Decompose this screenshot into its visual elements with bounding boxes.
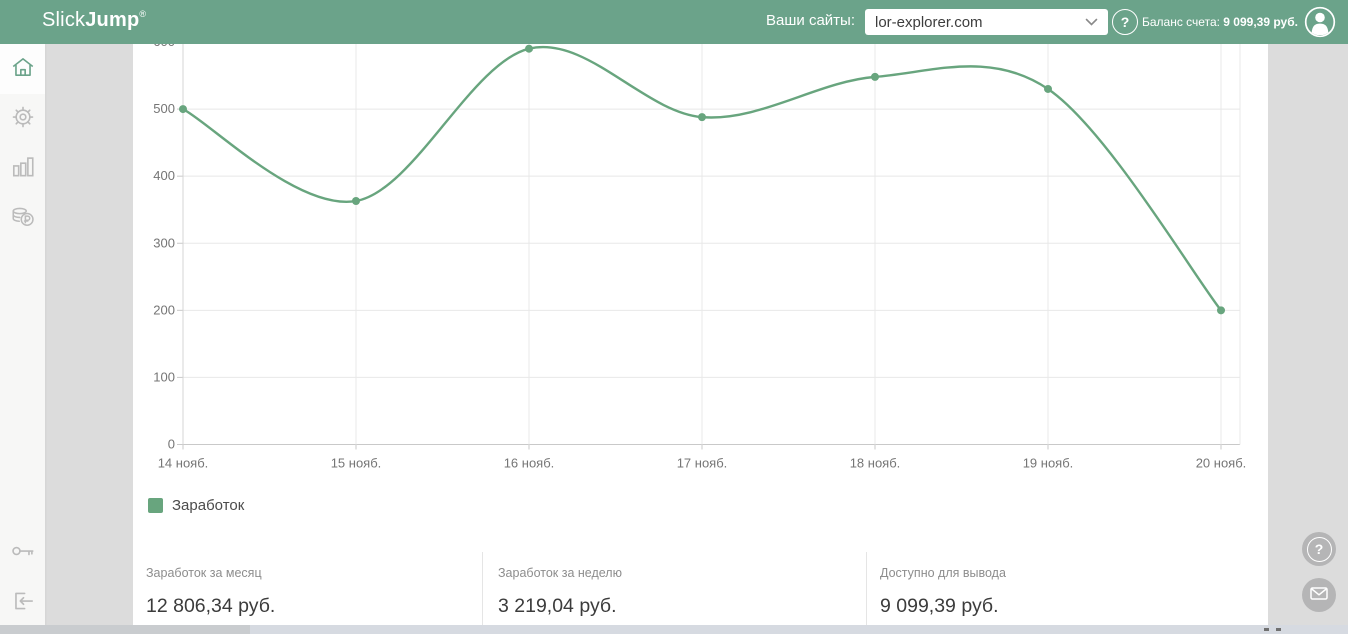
bar-chart-icon — [10, 154, 36, 185]
floating-mail-button[interactable] — [1302, 578, 1336, 612]
key-icon — [10, 538, 36, 569]
stat-week-value: 3 219,04 руб. — [498, 595, 617, 617]
sidebar-item-home[interactable] — [0, 44, 45, 94]
avatar[interactable] — [1304, 6, 1336, 38]
stat-month: Заработок за месяц 12 806,34 руб. — [146, 566, 275, 618]
ruble-coins-icon — [10, 204, 36, 235]
stat-month-label: Заработок за месяц — [146, 566, 262, 580]
sidebar-item-settings[interactable] — [0, 94, 45, 144]
scrollbar-artifact — [1276, 628, 1281, 631]
legend-label: Заработок — [172, 497, 245, 514]
stat-week-label: Заработок за неделю — [498, 566, 622, 580]
top-bar: SlickJump® Ваши сайты: lor-explorer.com … — [0, 0, 1348, 44]
sidebar-item-payments[interactable] — [0, 194, 45, 244]
horizontal-scrollbar[interactable] — [0, 625, 1348, 634]
sites-label: Ваши сайты: — [766, 12, 855, 29]
stat-month-value: 12 806,34 руб. — [146, 595, 276, 617]
stat-withdrawable-label: Доступно для вывода — [880, 566, 1006, 580]
content-panel — [133, 44, 1268, 634]
stat-divider — [482, 552, 483, 627]
sidebar — [0, 44, 45, 634]
logout-icon — [10, 588, 36, 619]
question-icon: ? — [1306, 536, 1332, 562]
sidebar-item-access-key[interactable] — [0, 528, 45, 578]
balance-value: 9 099,39 руб. — [1223, 15, 1298, 29]
stat-withdrawable: Доступно для вывода 9 099,39 руб. — [880, 566, 1006, 618]
chevron-down-icon — [1085, 18, 1098, 27]
sidebar-bottom — [0, 528, 45, 628]
stat-withdrawable-value: 9 099,39 руб. — [880, 595, 999, 617]
balance-label: Баланс счета: — [1142, 15, 1220, 29]
help-icon[interactable]: ? — [1112, 9, 1138, 35]
chart-legend: Заработок — [148, 497, 244, 514]
balance: Баланс счета: 9 099,39 руб. — [1142, 15, 1298, 29]
stat-divider — [866, 552, 867, 627]
site-select-dropdown[interactable]: lor-explorer.com — [865, 9, 1108, 35]
mail-icon — [1307, 581, 1331, 610]
legend-swatch — [148, 498, 163, 513]
gear-icon — [10, 104, 36, 135]
home-icon — [10, 54, 36, 85]
scrollbar-artifact — [1264, 628, 1269, 631]
floating-help-button[interactable]: ? — [1302, 532, 1336, 566]
sidebar-item-logout[interactable] — [0, 578, 45, 628]
sidebar-item-statistics[interactable] — [0, 144, 45, 194]
slickjump-logo[interactable]: SlickJump® — [42, 9, 146, 32]
stat-week: Заработок за неделю 3 219,04 руб. — [498, 566, 622, 618]
site-select-value: lor-explorer.com — [875, 13, 983, 31]
horizontal-scrollbar-thumb[interactable] — [0, 625, 250, 634]
